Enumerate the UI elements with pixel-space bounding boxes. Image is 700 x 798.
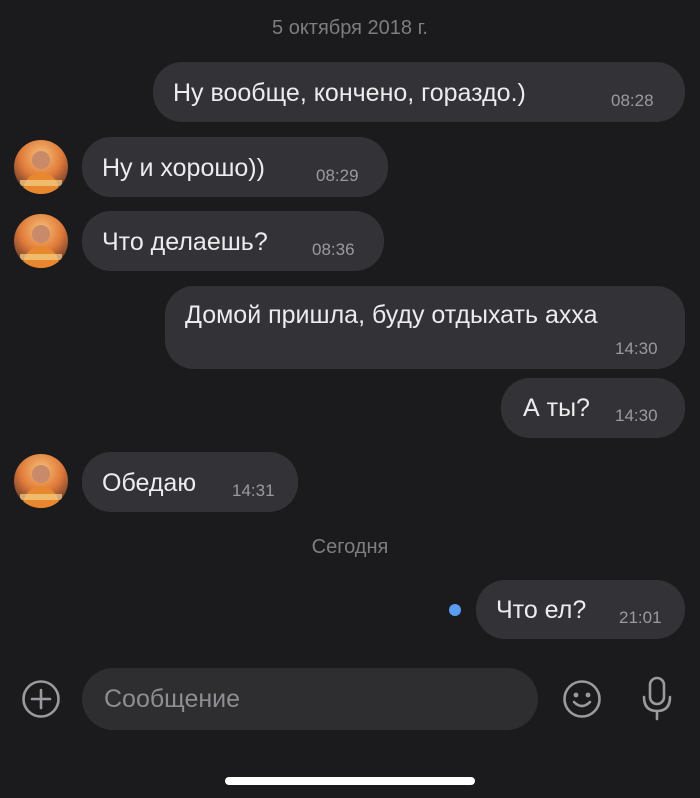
message-bubble-outgoing[interactable]: Ну вообще, кончено, гораздо.) 08:28: [153, 62, 685, 122]
message-bubble-incoming[interactable]: Обедаю 14:31: [82, 452, 298, 512]
message-time: 08:28: [611, 91, 654, 110]
message-text: А ты?: [523, 394, 590, 422]
message-text: Что делаешь?: [102, 228, 268, 256]
avatar-image: [20, 151, 62, 194]
message-bubble-outgoing[interactable]: Что ел? 21:01: [476, 580, 685, 639]
message-list[interactable]: 5 октября 2018 г. Ну вообще, кончено, го…: [0, 0, 700, 660]
message-bubble-incoming[interactable]: Ну и хорошо)) 08:29: [82, 137, 388, 197]
message-bubble-outgoing[interactable]: А ты? 14:30: [501, 378, 685, 438]
unread-indicator: [449, 604, 461, 616]
message-text: Что ел?: [496, 596, 587, 624]
avatar-image: [20, 225, 62, 268]
plus-circle-icon: [22, 680, 60, 718]
message-text: Ну и хорошо)): [102, 154, 265, 182]
microphone-icon: [642, 676, 672, 721]
voice-message-button[interactable]: [636, 674, 678, 724]
date-separator: Сегодня: [311, 536, 389, 558]
message-time: 14:30: [615, 339, 658, 358]
smiley-icon: [563, 680, 601, 718]
date-separator: 5 октября 2018 г.: [272, 17, 428, 39]
message-bubble-outgoing[interactable]: Домой пришла, буду отдыхать ахха 14:30: [165, 286, 685, 369]
message-input[interactable]: [82, 668, 538, 730]
message-time: 08:36: [312, 240, 355, 259]
add-attachment-button[interactable]: [20, 678, 62, 720]
message-text: Ну вообще, кончено, гораздо.): [173, 79, 526, 107]
message-time: 21:01: [619, 608, 662, 627]
avatar[interactable]: [14, 214, 68, 268]
avatar-image: [20, 465, 62, 508]
avatar[interactable]: [14, 454, 68, 508]
message-time: 14:31: [232, 481, 275, 500]
message-bubble-incoming[interactable]: Что делаешь? 08:36: [82, 211, 384, 271]
emoji-button[interactable]: [561, 678, 603, 720]
message-time: 14:30: [615, 406, 658, 425]
message-time: 08:29: [316, 166, 359, 185]
avatar[interactable]: [14, 140, 68, 194]
message-text: Домой пришла, буду отдыхать ахха: [185, 301, 598, 329]
home-indicator[interactable]: [225, 777, 475, 785]
message-text: Обедаю: [102, 469, 197, 497]
